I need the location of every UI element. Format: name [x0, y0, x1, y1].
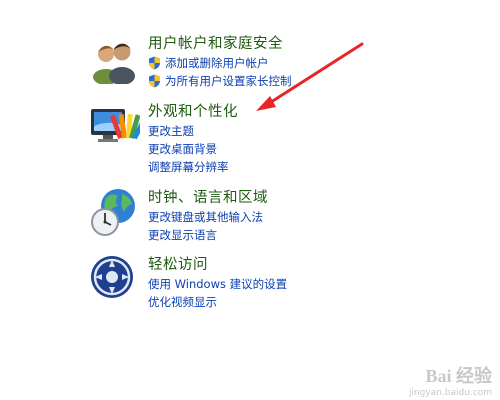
appearance-icon: [91, 109, 140, 142]
optimize-video-display-link[interactable]: 优化视频显示: [148, 293, 287, 311]
control-panel-page: 用户帐户和家庭安全 添加或删除用户帐户 为所有用户设置家长控制 外观和个性化 更…: [0, 0, 500, 400]
watermark-main: Bai 经验: [425, 366, 492, 386]
change-theme-link[interactable]: 更改主题: [148, 122, 229, 140]
category-title[interactable]: 时钟、语言和区域: [148, 186, 268, 207]
link-label: 为所有用户设置家长控制: [165, 74, 292, 88]
change-desktop-background-link[interactable]: 更改桌面背景: [148, 140, 229, 158]
parental-controls-link[interactable]: 为所有用户设置家长控制: [148, 72, 292, 90]
category-title[interactable]: 轻松访问: [148, 253, 208, 274]
change-keyboard-input-link[interactable]: 更改键盘或其他输入法: [148, 208, 263, 226]
adjust-screen-resolution-link[interactable]: 调整屏幕分辨率: [148, 158, 229, 176]
uac-shield-icon: [149, 74, 160, 88]
users-icon: [93, 43, 135, 84]
baidu-jingyan-watermark: Bai 经验 jingyan.baidu.com: [409, 362, 492, 398]
change-display-language-link[interactable]: 更改显示语言: [148, 226, 263, 244]
category-title[interactable]: 用户帐户和家庭安全: [148, 32, 283, 53]
add-remove-user-accounts-link[interactable]: 添加或删除用户帐户: [148, 54, 292, 72]
watermark-sub: jingyan.baidu.com: [408, 388, 492, 398]
use-recommended-settings-link[interactable]: 使用 Windows 建议的设置: [148, 275, 287, 293]
uac-shield-icon: [149, 56, 160, 70]
category-title[interactable]: 外观和个性化: [148, 100, 238, 121]
link-label: 添加或删除用户帐户: [165, 56, 269, 70]
clock-globe-icon: [91, 189, 135, 236]
ease-of-access-icon: [91, 256, 133, 298]
